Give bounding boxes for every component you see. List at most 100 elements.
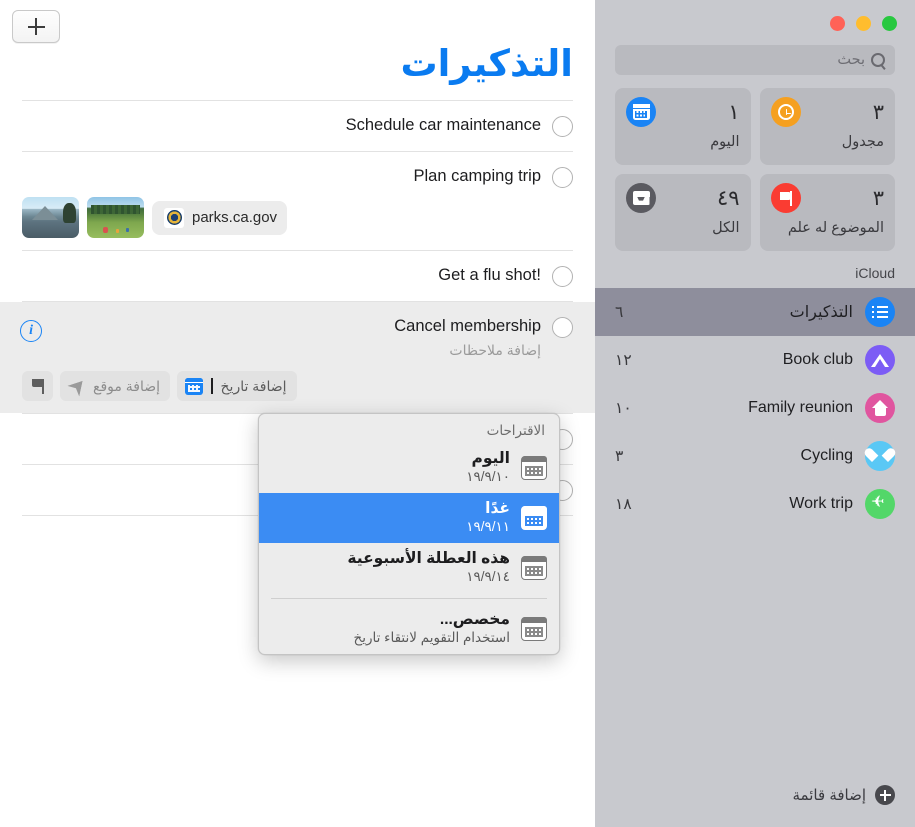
suggestion-title: غدًا — [485, 500, 510, 517]
zoom-button[interactable] — [882, 16, 897, 31]
account-section-header: iCloud — [595, 251, 915, 288]
reminder-title: Plan camping trip — [22, 165, 541, 187]
list-count: ٦ — [615, 303, 623, 322]
meadow-forest-photo[interactable] — [87, 197, 144, 238]
suggestion-title: اليوم — [471, 450, 510, 467]
smart-list-label: الموضوع له علم — [771, 220, 885, 236]
smart-list-count: ٣ — [873, 100, 884, 125]
content-toolbar: التذكيرات — [0, 0, 595, 100]
parks-favicon-icon — [164, 208, 184, 228]
smart-list-label: اليوم — [626, 134, 740, 150]
list-count: ١٢ — [615, 351, 632, 370]
heart-icon — [865, 441, 895, 471]
sidebar-item-work-trip[interactable]: Work trip ١٨ — [595, 480, 915, 528]
smart-list-today[interactable]: ١ اليوم — [615, 88, 751, 165]
clock-icon — [771, 97, 801, 127]
lake-mountain-photo[interactable] — [22, 197, 79, 238]
sidebar-item-reminders[interactable]: التذكيرات ٦ — [595, 288, 915, 336]
calendar-icon — [521, 506, 547, 530]
smart-list-label: الكل — [626, 220, 740, 236]
smart-list-scheduled[interactable]: ٣ مجدول — [760, 88, 896, 165]
calendar-icon — [626, 97, 656, 127]
reminders-content-pane: التذكيرات Schedule car maintenance Plan … — [0, 0, 595, 827]
smart-list-all[interactable]: ٤٩ الكل — [615, 174, 751, 251]
reminder-checkbox[interactable] — [552, 266, 573, 287]
home-icon — [865, 393, 895, 423]
custom-subtitle: استخدام التقويم لانتقاء تاريخ — [354, 630, 510, 645]
page-title: التذكيرات — [400, 42, 573, 85]
reminder-title: !Get a flu shot — [22, 264, 541, 286]
list-count: ١٠ — [615, 399, 632, 418]
reminder-row[interactable]: Schedule car maintenance — [0, 101, 595, 151]
search-container: بحث — [595, 31, 915, 75]
search-placeholder: بحث — [837, 52, 865, 68]
add-date-button[interactable]: إضافة تاريخ — [177, 371, 297, 401]
list-label: Family reunion — [644, 399, 853, 417]
minimize-button[interactable] — [856, 16, 871, 31]
search-input[interactable]: بحث — [615, 45, 895, 75]
link-attachment[interactable]: parks.ca.gov — [152, 201, 287, 235]
flag-button[interactable] — [22, 371, 53, 401]
date-suggestion-tomorrow[interactable]: غدًا ١٩/٩/١١ — [259, 493, 559, 543]
calendar-icon — [185, 378, 203, 395]
date-suggestion-today[interactable]: اليوم ١٩/٩/١٠ — [259, 443, 559, 493]
search-icon — [871, 53, 885, 67]
sidebar-item-cycling[interactable]: Cycling ٣ — [595, 432, 915, 480]
info-icon[interactable]: i — [20, 320, 42, 342]
plus-circle-icon — [875, 785, 895, 805]
reminder-checkbox[interactable] — [552, 116, 573, 137]
text-caret — [211, 378, 213, 394]
reminder-content: Schedule car maintenance — [22, 101, 552, 148]
lines-icon — [865, 297, 895, 327]
list-label: Cycling — [635, 447, 853, 465]
reminder-checkbox[interactable] — [552, 317, 573, 338]
flag-icon — [31, 379, 44, 394]
reminder-content: !Get a flu shot — [22, 251, 552, 298]
calendar-icon — [521, 456, 547, 480]
reminders-window: التذكيرات Schedule car maintenance Plan … — [0, 0, 915, 827]
smart-list-flagged[interactable]: ٣ الموضوع له علم — [760, 174, 896, 251]
close-button[interactable] — [830, 16, 845, 31]
add-reminder-button[interactable] — [12, 10, 60, 43]
reminder-title: Cancel membership — [22, 315, 541, 337]
reminder-row[interactable]: !Get a flu shot — [0, 251, 595, 301]
date-suggestion-custom[interactable]: مخصص... استخدام التقويم لانتقاء تاريخ — [259, 604, 559, 654]
suggestion-date: ١٩/٩/١٤ — [466, 569, 510, 584]
reminder-row[interactable]: Plan camping trip parks.ca.gov — [0, 152, 595, 250]
add-date-label: إضافة تاريخ — [221, 378, 287, 395]
reminder-title: Schedule car maintenance — [22, 114, 541, 136]
selected-reminder-row[interactable]: i Cancel membership إضافة ملاحظات إضافة … — [0, 302, 595, 413]
sidebar-item-book-club[interactable]: Book club ١٢ — [595, 336, 915, 384]
popover-header: الاقتراحات — [259, 414, 559, 443]
calendar-icon — [521, 556, 547, 580]
flag-icon — [771, 183, 801, 213]
date-suggestion-weekend[interactable]: هذه العطلة الأسبوعية ١٩/٩/١٤ — [259, 543, 559, 593]
add-location-label: إضافة موقع — [93, 378, 160, 395]
list-count: ١٨ — [615, 495, 632, 514]
reminder-checkbox[interactable] — [552, 167, 573, 188]
reminder-detail-toolbar: إضافة تاريخ إضافة موقع — [22, 371, 541, 401]
smart-list-count: ٣ — [873, 186, 884, 211]
add-list-button[interactable]: إضافة قائمة — [595, 785, 915, 827]
list-label: Work trip — [644, 495, 853, 513]
notes-field[interactable]: إضافة ملاحظات — [22, 342, 541, 359]
smart-list-count: ٤٩ — [717, 186, 740, 211]
plus-icon — [28, 18, 45, 35]
list-count: ٣ — [615, 447, 623, 466]
suggestion-date: ١٩/٩/١١ — [466, 519, 510, 534]
list-label: Book club — [644, 351, 853, 369]
custom-title: مخصص... — [440, 611, 510, 628]
sidebar-item-family-reunion[interactable]: Family reunion ١٠ — [595, 384, 915, 432]
add-location-button[interactable]: إضافة موقع — [60, 371, 170, 401]
archive-icon — [626, 183, 656, 213]
calendar-icon — [521, 617, 547, 641]
link-url: parks.ca.gov — [192, 209, 277, 226]
date-suggestions-popover: الاقتراحات اليوم ١٩/٩/١٠ غدًا ١٩/٩/١١ هذ — [258, 413, 560, 655]
reminder-attachments: parks.ca.gov — [22, 197, 541, 238]
suggestion-title: هذه العطلة الأسبوعية — [347, 550, 510, 567]
reminder-content: Plan camping trip parks.ca.gov — [22, 152, 552, 250]
location-arrow-icon — [70, 378, 86, 394]
reminder-content: Cancel membership إضافة ملاحظات إضافة تا… — [22, 302, 552, 413]
sidebar: بحث ٣ مجدول ١ اليوم ٣ — [595, 0, 915, 827]
plane-icon — [865, 489, 895, 519]
